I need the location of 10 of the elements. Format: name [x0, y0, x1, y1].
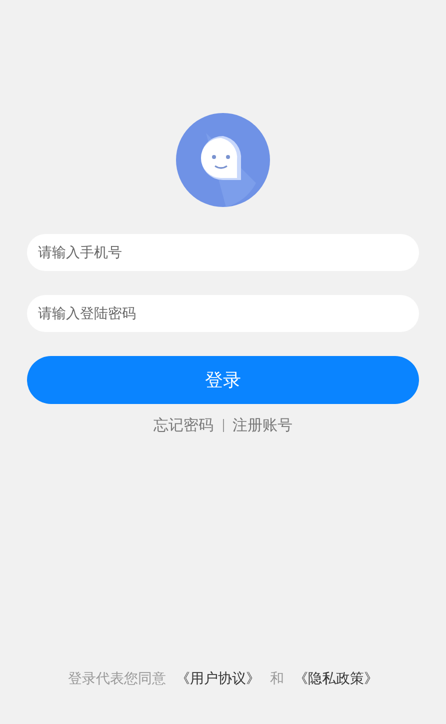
login-button[interactable]: 登录 — [27, 356, 419, 404]
input-field[interactable]: 请输入登陆密码 — [27, 295, 419, 332]
agreement-link[interactable]: 《隐私政策》 — [294, 670, 378, 688]
link[interactable]: 注册账号 — [232, 416, 292, 435]
consent-text: 登录代表您同意 — [68, 670, 166, 688]
input-field[interactable]: 请输入手机号 — [27, 234, 419, 271]
app-logo-icon — [176, 113, 270, 207]
joiner-text: 和 — [270, 670, 284, 688]
link[interactable]: 忘记密码 — [154, 416, 214, 435]
agreement-link[interactable]: 《用户协议》 — [176, 670, 260, 688]
